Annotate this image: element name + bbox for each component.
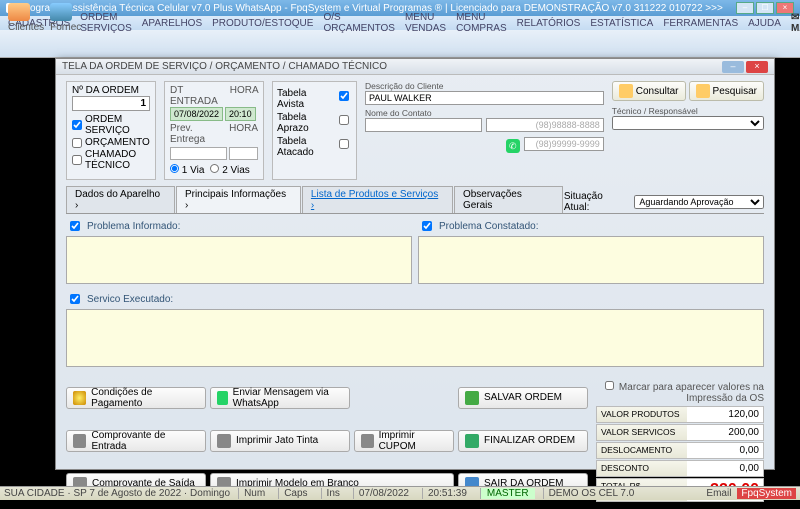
- totals-box: Marcar para aparecer valores na Impressã…: [596, 378, 764, 503]
- tab-produtos[interactable]: Lista de Produtos e Serviços ›: [302, 186, 453, 213]
- btn-whatsapp[interactable]: Enviar Mensagem via WhatsApp: [210, 387, 350, 409]
- order-number-box: Nº DA ORDEM 1 ORDEM SERVIÇO ORÇAMENTO CH…: [66, 81, 156, 180]
- tecnico-label: Técnico / Responsável: [612, 106, 764, 116]
- chk-prob-const[interactable]: [422, 221, 432, 231]
- order-modal: TELA DA ORDEM DE SERVIÇO / ORÇAMENTO / C…: [55, 58, 775, 470]
- status-date: 07/08/2022: [353, 488, 414, 499]
- menu-orcamentos[interactable]: O/S ORÇAMENTOS: [323, 12, 394, 34]
- panel-servico-executado: Servico Executado:: [66, 291, 764, 370]
- val-servicos: 200,00: [687, 425, 763, 440]
- btn-condicoes[interactable]: Condições de Pagamento: [66, 387, 206, 409]
- radio-1via[interactable]: 1 Via: [170, 164, 204, 176]
- window-buttons: – ☐ ×: [736, 2, 794, 14]
- modal-titlebar: TELA DA ORDEM DE SERVIÇO / ORÇAMENTO / C…: [56, 59, 774, 75]
- menu-compras[interactable]: MENU COMPRAS: [456, 12, 507, 34]
- tel1-input[interactable]: [486, 118, 603, 132]
- consultar-button[interactable]: Consultar: [612, 81, 686, 101]
- pesquisar-button[interactable]: Pesquisar: [689, 81, 764, 101]
- tabstrip: Dados do Aparelho › Principais Informaçõ…: [66, 186, 764, 214]
- tab-dados-aparelho[interactable]: Dados do Aparelho ›: [66, 186, 175, 213]
- workspace: TELA DA ORDEM DE SERVIÇO / ORÇAMENTO / C…: [0, 58, 800, 486]
- val-desconto: 0,00: [687, 461, 763, 476]
- chk-chamado[interactable]: CHAMADO TÉCNICO: [72, 149, 150, 171]
- menu-ajuda[interactable]: AJUDA: [748, 18, 781, 29]
- menu-ordem[interactable]: ORDEM SERVIÇOS: [80, 12, 132, 34]
- tecnico-select[interactable]: [612, 116, 764, 130]
- toolbar-fornec[interactable]: Fornec: [50, 3, 81, 33]
- prev-hora-input[interactable]: [229, 147, 258, 160]
- val-desloc: 0,00: [687, 443, 763, 458]
- status-master: MASTER: [480, 488, 535, 499]
- modal-title: TELA DA ORDEM DE SERVIÇO / ORÇAMENTO / C…: [62, 61, 387, 72]
- tab-principais[interactable]: Principais Informações ›: [176, 186, 301, 213]
- menu-relatorios[interactable]: RELATÓRIOS: [517, 18, 581, 29]
- modal-minimize[interactable]: –: [722, 61, 744, 73]
- prev-entrega-input[interactable]: [170, 147, 227, 160]
- hora-entrada: 20:10: [225, 107, 256, 121]
- main-menubar: CADASTROS ORDEM SERVIÇOS APARELHOS PRODU…: [0, 16, 800, 30]
- maximize-button[interactable]: ☐: [756, 2, 774, 14]
- menu-ferramentas[interactable]: FERRAMENTAS: [663, 18, 738, 29]
- chk-orcamento[interactable]: ORÇAMENTO: [72, 137, 150, 148]
- btn-comp-entrada[interactable]: Comprovante de Entrada: [66, 430, 206, 452]
- status-demo: DEMO OS CEL 7.0: [543, 488, 640, 499]
- tab-obs[interactable]: Observações Gerais: [454, 186, 563, 213]
- main-toolbar: Clientes Fornec: [0, 30, 800, 58]
- chk-ordem-servico[interactable]: ORDEM SERVIÇO: [72, 114, 150, 136]
- chk-aprazo[interactable]: [339, 115, 349, 125]
- chk-atacado[interactable]: [339, 139, 349, 149]
- menu-aparelhos[interactable]: APARELHOS: [142, 18, 202, 29]
- val-produtos: 120,00: [687, 407, 763, 422]
- chk-prob-info[interactable]: [70, 221, 80, 231]
- status-time: 20:51:39: [422, 488, 472, 499]
- btn-salvar[interactable]: SALVAR ORDEM: [458, 387, 588, 409]
- dt-entrada: 07/08/2022: [170, 107, 223, 121]
- menu-vendas[interactable]: MENU VENDAS: [405, 12, 446, 34]
- bottom-buttons: Condições de Pagamento Enviar Mensagem v…: [66, 378, 588, 503]
- status-location: SUA CIDADE · SP 7 de Agosto de 2022 · Do…: [4, 488, 230, 499]
- statusbar: SUA CIDADE · SP 7 de Agosto de 2022 · Do…: [0, 486, 800, 500]
- servico-executado-text[interactable]: [66, 309, 764, 367]
- btn-finalizar[interactable]: FINALIZAR ORDEM: [458, 430, 588, 452]
- status-fpq[interactable]: FpqSystem: [737, 488, 796, 499]
- menu-estatistica[interactable]: ESTATÍSTICA: [590, 18, 653, 29]
- order-no-value: 1: [72, 96, 150, 111]
- action-col: Consultar Pesquisar Técnico / Responsáve…: [612, 81, 764, 180]
- chk-serv-exec[interactable]: [70, 294, 80, 304]
- whatsapp-icon[interactable]: ✆: [506, 139, 520, 153]
- order-no-label: Nº DA ORDEM: [72, 85, 150, 96]
- toolbar-clientes[interactable]: Clientes: [8, 3, 44, 33]
- client-box: Descrição do Cliente Nome do Contato ✆: [365, 81, 604, 180]
- chk-marcar-valores[interactable]: [605, 381, 614, 390]
- chk-avista[interactable]: [339, 91, 349, 101]
- tel2-input[interactable]: [524, 137, 604, 151]
- tabela-box: Tabela Avista Tabela Aprazo Tabela Ataca…: [272, 81, 357, 180]
- email-button[interactable]: ✉ E-MAIL: [791, 12, 800, 34]
- problema-informado-text[interactable]: [66, 236, 412, 284]
- radio-2vias[interactable]: 2 Vias: [210, 164, 249, 176]
- contato-input[interactable]: [365, 118, 482, 132]
- modal-close[interactable]: ×: [746, 61, 768, 73]
- btn-cupom[interactable]: Imprimir CUPOM: [354, 430, 454, 452]
- status-email[interactable]: Email: [706, 488, 731, 499]
- panel-problema-constatado: Problema Constatado:: [418, 218, 764, 287]
- problema-constatado-text[interactable]: [418, 236, 764, 284]
- menu-produto[interactable]: PRODUTO/ESTOQUE: [212, 18, 313, 29]
- panel-problema-informado: Problema Informado:: [66, 218, 412, 287]
- situacao-label: Situação Atual:: [564, 191, 631, 213]
- cliente-input[interactable]: [365, 91, 604, 105]
- btn-jato[interactable]: Imprimir Jato Tinta: [210, 430, 350, 452]
- date-box: DT ENTRADAHORA 07/08/202220:10 Prev. Ent…: [164, 81, 264, 180]
- minimize-button[interactable]: –: [736, 2, 754, 14]
- situacao-select[interactable]: Aguardando Aprovação: [634, 195, 764, 209]
